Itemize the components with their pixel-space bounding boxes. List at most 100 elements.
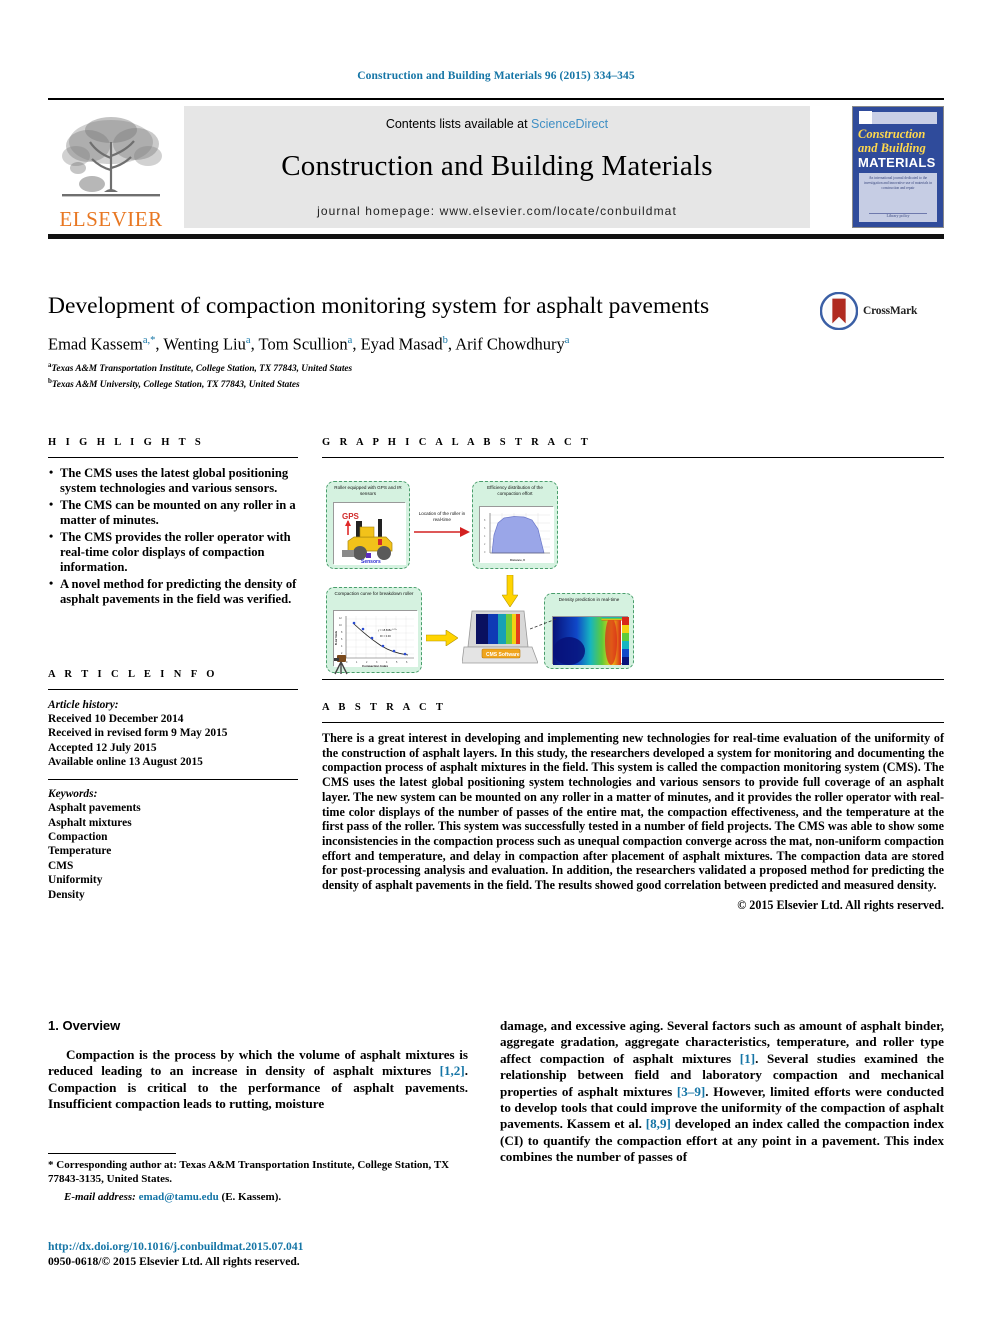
citation-ref[interactable]: [3–9]: [677, 1084, 705, 1099]
svg-text:Distance, ft: Distance, ft: [510, 558, 525, 562]
keyword-item: Asphalt pavements: [48, 802, 141, 815]
article-info-rule: [48, 688, 298, 690]
author-name: Arif Chowdhury: [455, 334, 565, 354]
list-item: The CMS can be mounted on any roller in …: [48, 497, 298, 529]
journal-band: Contents lists available at ScienceDirec…: [184, 106, 810, 228]
article-history-label: Article history:: [48, 698, 119, 711]
citation-ref[interactable]: [8,9]: [646, 1116, 671, 1131]
affiliation-list: aTexas A&M Transportation Institute, Col…: [48, 360, 748, 391]
ga-panel-efficiency: Efficiency distribution of the compactio…: [472, 481, 558, 569]
author-mark: a: [245, 335, 251, 346]
footnote-block: * Corresponding author at: Texas A&M Tra…: [48, 1153, 468, 1205]
history-received: Received 10 December 2014: [48, 713, 184, 726]
affiliation-item: aTexas A&M Transportation Institute, Col…: [48, 360, 748, 376]
graphical-abstract-heading: G R A P H I C A L A B S T R A C T: [322, 437, 592, 448]
author-name: Emad Kassem: [48, 334, 143, 354]
contents-prefix: Contents lists available at: [385, 117, 532, 131]
ga-arrow-label-location: Location of the roller in real-time: [418, 511, 466, 522]
article-history-block: Article history: Received 10 December 20…: [48, 698, 298, 770]
email-link[interactable]: emad@tamu.edu: [139, 1191, 219, 1203]
highlights-heading: H I G H L I G H T S: [48, 437, 205, 448]
author-name: Eyad Masad: [360, 334, 443, 354]
email-suffix: (E. Kassem).: [218, 1191, 282, 1204]
author-mark: a,*: [142, 335, 156, 346]
graphical-abstract-figure: Roller equipped with GPS and IR sensors …: [322, 467, 944, 679]
crossmark-icon: [820, 292, 858, 330]
history-accepted: Accepted 12 July 2015: [48, 741, 157, 754]
running-head: Construction and Building Materials 96 (…: [357, 70, 635, 82]
svg-text:CMS Software: CMS Software: [486, 652, 520, 658]
ga-roller-photo: GPS Sensors: [333, 502, 406, 565]
doi-link[interactable]: http://dx.doi.org/10.1016/j.conbuildmat.…: [48, 1240, 468, 1254]
paragraph-text: Compaction is the process by which the v…: [48, 1047, 468, 1079]
graphical-abstract-rule: [322, 457, 944, 458]
ga-panel-density: Density prediction in real-time: [544, 593, 650, 669]
keyword-item: Temperature: [48, 845, 112, 858]
svg-text:Compaction Index: Compaction Index: [362, 664, 388, 667]
history-revised: Received in revised form 9 May 2015: [48, 727, 228, 740]
cover-footer-text: Library policy: [886, 213, 910, 218]
issn-copyright: 0950-0618/© 2015 Elsevier Ltd. All right…: [48, 1255, 300, 1268]
copyright-line: © 2015 Elsevier Ltd. All rights reserved…: [737, 897, 944, 912]
elsevier-logo: ELSEVIER: [48, 106, 174, 230]
roller-machine-icon: GPS Sensors: [334, 503, 406, 565]
abstract-rule: [322, 722, 944, 723]
sciencedirect-link[interactable]: ScienceDirect: [531, 117, 608, 131]
efficiency-distribution-chart: 024 68 Distance, ft: [480, 507, 554, 563]
citation-ref[interactable]: [1,2]: [440, 1063, 465, 1078]
journal-masthead: ELSEVIER Contents lists available at Sci…: [48, 104, 944, 232]
paragraph: damage, and excessive aging. Several fac…: [500, 1018, 944, 1166]
keyword-item: CMS: [48, 859, 74, 872]
corresponding-author-note: * Corresponding author at: Texas A&M Tra…: [48, 1159, 450, 1185]
crossmark-label: CrossMark: [863, 305, 918, 317]
paragraph: Compaction is the process by which the v…: [48, 1047, 468, 1113]
ga-arrow-down-yellow-icon: [502, 575, 518, 607]
ga-efficiency-chart: 024 68 Distance, ft: [479, 506, 554, 563]
density-heatmap-icon: [553, 613, 650, 665]
ga-density-map: [552, 613, 650, 665]
crossmark-badge[interactable]: CrossMark: [820, 290, 938, 332]
abstract-heading: A B S T R A C T: [322, 702, 447, 713]
ga-panel-roller: Roller equipped with GPS and IR sensors …: [326, 481, 410, 569]
history-online: Available online 13 August 2015: [48, 756, 203, 769]
ga-panel-curve-caption: Compaction curve for breakdown roller: [334, 591, 414, 596]
ga-panel-efficiency-caption: Efficiency distribution of the compactio…: [487, 485, 543, 496]
keywords-rule: [48, 778, 298, 780]
keyword-item: Compaction: [48, 830, 108, 843]
cover-title-line3: MATERIALS: [858, 155, 936, 170]
masthead-bottom-rule: [48, 234, 944, 239]
author-name: Wenting Liu: [163, 334, 246, 354]
journal-title: Construction and Building Materials: [281, 150, 713, 182]
affiliation-text: Texas A&M Transportation Institute, Coll…: [51, 364, 353, 375]
affiliation-text: Texas A&M University, College Station, T…: [51, 379, 300, 390]
email-note: E-mail address: emad@tamu.edu (E. Kassem…: [48, 1191, 468, 1205]
body-left-column: 1. Overview Compaction is the process by…: [48, 1018, 468, 1121]
ga-panel-density-caption: Density prediction in real-time: [558, 597, 620, 602]
cover-title-line2: and Building: [858, 141, 926, 155]
author-mark: a: [347, 335, 353, 346]
cover-elsevier-mark: [859, 111, 872, 124]
masthead-top-rule: [48, 98, 944, 100]
svg-text:Sensors: Sensors: [361, 559, 381, 565]
list-item: The CMS uses the latest global positioni…: [48, 465, 298, 497]
elsevier-wordmark: ELSEVIER: [59, 207, 163, 231]
elsevier-tree-icon: [62, 117, 162, 197]
journal-cover-thumbnail: Construction and Building MATERIALS An i…: [852, 106, 944, 228]
ga-laptop: CMS Software: [461, 607, 539, 671]
cover-body: An international journal dedicated to th…: [859, 173, 937, 222]
affiliation-item: bTexas A&M University, College Station, …: [48, 376, 748, 392]
svg-text:GPS: GPS: [342, 512, 360, 521]
author-name: Tom Scullion: [258, 334, 348, 354]
email-label: E-mail address:: [64, 1191, 136, 1204]
paper-page: Construction and Building Materials 96 (…: [0, 0, 992, 1323]
article-info-heading: A R T I C L E I N F O: [48, 668, 218, 680]
body-right-column: damage, and excessive aging. Several fac…: [500, 1018, 944, 1174]
page-title: Development of compaction monitoring sys…: [48, 293, 710, 319]
keywords-block: Keywords: Asphalt pavements Asphalt mixt…: [48, 787, 298, 902]
journal-homepage[interactable]: journal homepage: www.elsevier.com/locat…: [317, 204, 677, 218]
citation-ref[interactable]: [1]: [740, 1051, 755, 1066]
ga-arrow-right-yellow-icon: [426, 630, 458, 646]
highlights-list: The CMS uses the latest global positioni…: [48, 465, 298, 608]
svg-text:% Air Voids: % Air Voids: [334, 630, 338, 645]
highlights-rule: [48, 457, 298, 458]
